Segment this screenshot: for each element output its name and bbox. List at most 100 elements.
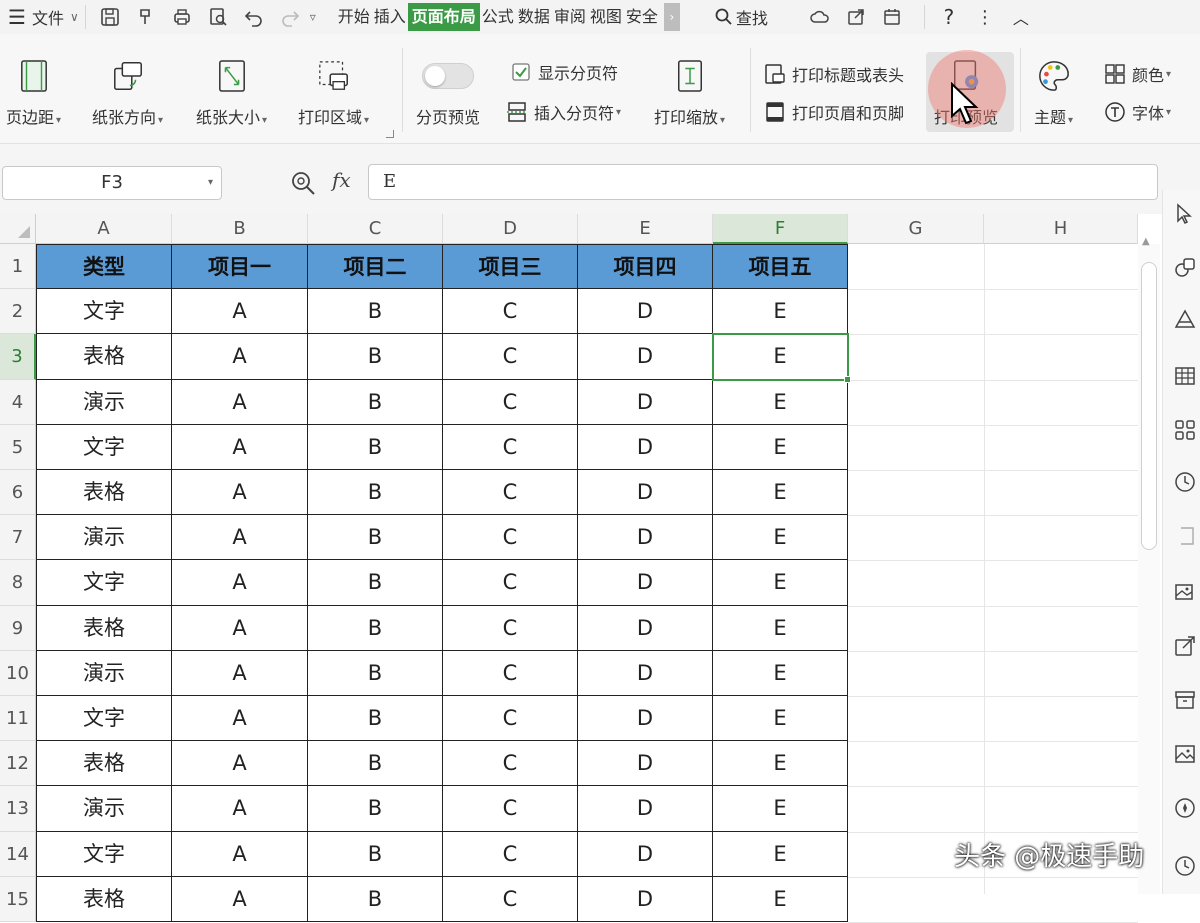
row-header-2[interactable]: 2 — [0, 289, 36, 335]
image-gallery-icon[interactable] — [1173, 580, 1197, 604]
tab-data[interactable]: 数据 — [516, 3, 552, 31]
table-cell[interactable]: A — [172, 560, 308, 606]
table-cell[interactable]: 文字 — [36, 831, 172, 877]
search-button[interactable]: 查找 — [714, 0, 768, 34]
table-cell[interactable]: D — [578, 334, 713, 380]
table-cell[interactable]: A — [172, 741, 308, 787]
tab-review[interactable]: 审阅 — [552, 3, 588, 31]
table-cell[interactable]: A — [172, 379, 308, 425]
table-cell[interactable]: B — [308, 876, 443, 922]
save-icon[interactable] — [98, 5, 122, 29]
table-cell[interactable]: 表格 — [36, 876, 172, 922]
print-scaling-button[interactable]: 打印缩放 ▾ — [654, 56, 725, 136]
print-icon[interactable] — [170, 5, 194, 29]
row-header-11[interactable]: 11 — [0, 696, 36, 742]
column-header-c[interactable]: C — [308, 214, 443, 244]
row-header-3[interactable]: 3 — [0, 334, 36, 380]
table-cell[interactable]: E — [713, 876, 848, 922]
table-cell[interactable]: A — [172, 515, 308, 561]
table-cell[interactable]: B — [308, 334, 443, 380]
redo-icon[interactable] — [278, 5, 302, 29]
table-cell[interactable]: D — [578, 831, 713, 877]
table-cell[interactable]: D — [578, 470, 713, 516]
table-cell[interactable]: B — [308, 424, 443, 470]
table-cell[interactable]: 表格 — [36, 741, 172, 787]
more-icon[interactable]: ⋮ — [973, 5, 997, 29]
table-cell[interactable]: D — [578, 876, 713, 922]
collapse-icon[interactable] — [1173, 524, 1197, 548]
format-painter-icon[interactable] — [134, 5, 158, 29]
table-cell[interactable]: C — [443, 786, 578, 832]
table-cell[interactable]: 演示 — [36, 650, 172, 696]
row-header-12[interactable]: 12 — [0, 741, 36, 787]
row-header-5[interactable]: 5 — [0, 424, 36, 470]
table-header-cell[interactable]: 项目二 — [308, 244, 443, 290]
print-titles-button[interactable]: 打印标题或表头 — [764, 62, 904, 86]
row-header-1[interactable]: 1 — [0, 244, 36, 290]
table-cell[interactable]: D — [578, 650, 713, 696]
table-cell[interactable]: B — [308, 560, 443, 606]
style-icon[interactable] — [1173, 308, 1197, 332]
orientation-button[interactable]: 纸张方向 ▾ — [92, 56, 163, 136]
name-box[interactable]: F3 ▾ — [2, 166, 222, 200]
row-header-8[interactable]: 8 — [0, 560, 36, 606]
table-cell[interactable]: C — [443, 831, 578, 877]
table-cell[interactable]: E — [713, 379, 848, 425]
table-cell[interactable]: B — [308, 741, 443, 787]
table-cell[interactable]: D — [578, 696, 713, 742]
table-cell[interactable]: 表格 — [36, 334, 172, 380]
apps-icon[interactable] — [1173, 418, 1197, 442]
table-cell[interactable]: C — [443, 605, 578, 651]
table-cell[interactable]: E — [713, 605, 848, 651]
column-header-a[interactable]: A — [36, 214, 172, 244]
table-cell[interactable]: D — [578, 605, 713, 651]
insert-page-break-button[interactable]: 插入分页符 ▾ — [506, 100, 621, 124]
column-header-d[interactable]: D — [443, 214, 578, 244]
calendar-icon[interactable] — [880, 5, 904, 29]
page-size-button[interactable]: 纸张大小 ▾ — [196, 56, 267, 136]
table-cell[interactable]: B — [308, 515, 443, 561]
compass-icon[interactable] — [1173, 796, 1197, 820]
chevron-down-icon[interactable]: ▿ — [308, 5, 318, 29]
tab-home[interactable]: 开始 — [336, 3, 372, 31]
column-header-b[interactable]: B — [172, 214, 308, 244]
undo-icon[interactable] — [242, 5, 266, 29]
table-cell[interactable]: E — [713, 515, 848, 561]
print-header-footer-button[interactable]: 打印页眉和页脚 — [764, 100, 904, 124]
table-cell[interactable]: E — [713, 696, 848, 742]
table-cell[interactable]: B — [308, 605, 443, 651]
tab-formulas[interactable]: 公式 — [480, 3, 516, 31]
tab-view[interactable]: 视图 — [588, 3, 624, 31]
column-header-h[interactable]: H — [984, 214, 1138, 244]
table-cell[interactable]: 表格 — [36, 605, 172, 651]
table-cell[interactable]: D — [578, 786, 713, 832]
table-cell[interactable]: 文字 — [36, 696, 172, 742]
table-cell[interactable]: A — [172, 696, 308, 742]
table-cell[interactable]: D — [578, 379, 713, 425]
table-cell[interactable]: C — [443, 470, 578, 516]
table-cell[interactable]: D — [578, 424, 713, 470]
table-icon[interactable] — [1173, 364, 1197, 388]
table-cell[interactable]: B — [308, 289, 443, 335]
print-preview-quick-icon[interactable] — [206, 5, 230, 29]
table-cell[interactable]: C — [443, 515, 578, 561]
zoom-formula-icon[interactable] — [290, 170, 316, 196]
vertical-scroll-thumb[interactable] — [1141, 262, 1157, 550]
table-cell[interactable]: A — [172, 876, 308, 922]
fill-handle[interactable] — [844, 375, 851, 383]
tab-security[interactable]: 安全 — [624, 3, 660, 31]
table-cell[interactable]: 演示 — [36, 786, 172, 832]
table-cell[interactable]: C — [443, 424, 578, 470]
table-cell[interactable]: A — [172, 334, 308, 380]
row-header-7[interactable]: 7 — [0, 515, 36, 561]
export-icon[interactable] — [1173, 634, 1197, 658]
page-break-preview-button[interactable]: 分页预览 — [416, 56, 480, 136]
table-cell[interactable]: E — [713, 786, 848, 832]
row-header-14[interactable]: 14 — [0, 831, 36, 877]
table-cell[interactable]: E — [713, 470, 848, 516]
table-cell[interactable]: C — [443, 289, 578, 335]
table-header-cell[interactable]: 项目五 — [713, 244, 848, 290]
formula-input[interactable]: E — [368, 164, 1158, 200]
table-cell[interactable]: D — [578, 560, 713, 606]
print-area-button[interactable]: 打印区域 ▾ — [298, 56, 369, 136]
